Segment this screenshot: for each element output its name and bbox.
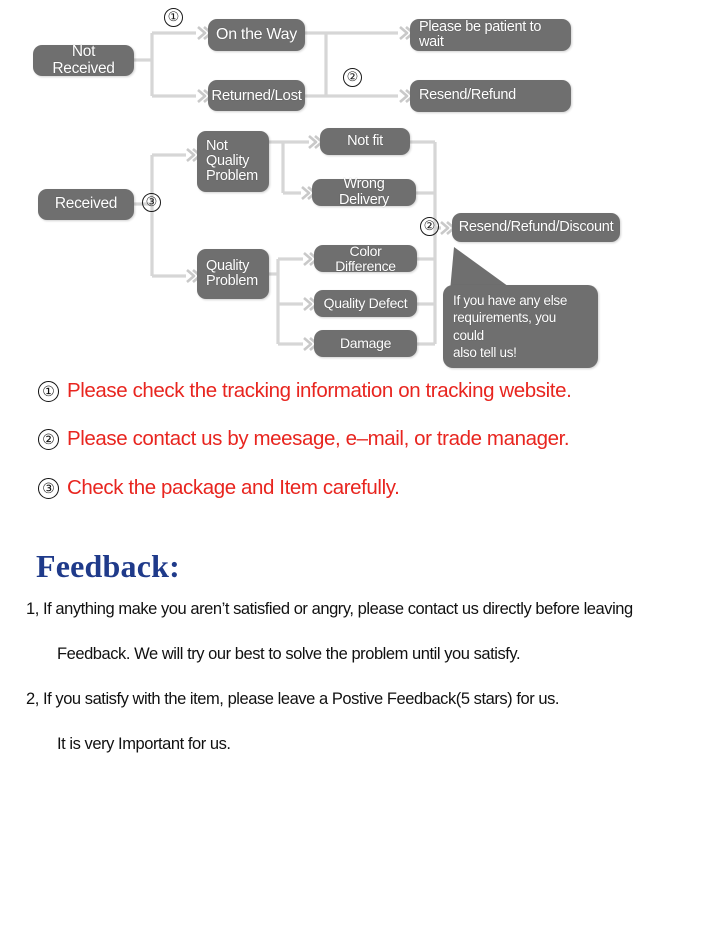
policy-infographic-page: Not Received On the Way Returned/Lost Pl… xyxy=(0,0,710,937)
node-wrong-delivery[interactable]: Wrong Delivery xyxy=(312,177,416,207)
node-on-the-way[interactable]: On the Way xyxy=(208,19,305,51)
node-received[interactable]: Received xyxy=(38,189,134,220)
instruction-line-2: ② Please contact us by meesage, e–mail, … xyxy=(38,427,570,451)
extra-requirements-callout: If you have any else requirements, you c… xyxy=(443,285,598,369)
node-quality-defect[interactable]: Quality Defect xyxy=(314,290,417,317)
feedback-text-line: Feedback. We will try our best to solve … xyxy=(57,645,521,663)
node-damage[interactable]: Damage xyxy=(314,330,417,357)
node-quality-problem[interactable]: Quality Problem xyxy=(197,249,269,299)
instruction-number-icon: ① xyxy=(38,380,59,402)
step-marker-1: ① xyxy=(164,8,183,27)
step-marker-3: ③ xyxy=(142,193,161,212)
node-not-quality-problem[interactable]: Not Quality Problem xyxy=(197,131,269,192)
instruction-text: Please check the tracking information on… xyxy=(67,379,572,402)
instruction-number-icon: ③ xyxy=(38,477,59,499)
node-not-fit[interactable]: Not fit xyxy=(320,128,410,155)
feedback-heading: Feedback: xyxy=(36,548,181,584)
step-marker-2-top: ② xyxy=(343,68,362,87)
instruction-text: Check the package and Item carefully. xyxy=(67,476,400,499)
node-resend-refund[interactable]: Resend/Refund xyxy=(410,80,571,112)
instruction-line-1: ① Please check the tracking information … xyxy=(38,379,572,403)
node-resend-refund-discount[interactable]: Resend/Refund/Discount xyxy=(452,213,620,242)
step-marker-2-mid: ② xyxy=(420,217,439,236)
return-policy-flow-diagram: Not Received On the Way Returned/Lost Pl… xyxy=(0,0,710,372)
node-returned-lost[interactable]: Returned/Lost xyxy=(208,80,305,111)
instruction-line-3: ③ Check the package and Item carefully. xyxy=(38,476,400,500)
instruction-text: Please contact us by meesage, e–mail, or… xyxy=(67,427,570,450)
node-color-difference[interactable]: Color Difference xyxy=(314,244,417,273)
feedback-text-line: 2, If you satisfy with the item, please … xyxy=(26,690,560,708)
instruction-number-icon: ② xyxy=(38,428,59,450)
node-please-wait[interactable]: Please be patient to wait xyxy=(410,19,571,51)
feedback-text-line: It is very Important for us. xyxy=(57,735,231,753)
feedback-text-line: 1, If anything make you aren’t satisfied… xyxy=(26,600,633,618)
node-not-received[interactable]: Not Received xyxy=(33,44,134,76)
